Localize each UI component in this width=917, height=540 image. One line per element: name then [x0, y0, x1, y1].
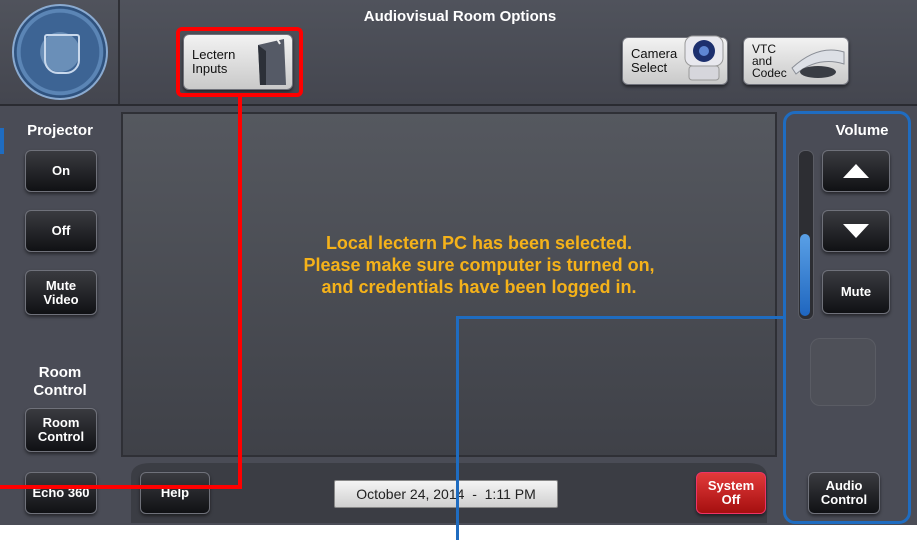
- lectern-callout-line-vertical: [238, 97, 242, 489]
- echo-360-button[interactable]: Echo 360: [25, 472, 97, 514]
- lectern-callout-line-horizontal: [0, 485, 242, 489]
- system-off-label: System Off: [707, 478, 755, 507]
- projector-on-label: On: [51, 163, 71, 178]
- camera-select-button[interactable]: Camera Select: [622, 35, 728, 85]
- room-control-label: Room Control: [37, 415, 85, 444]
- room-control-heading: Room Control: [33, 364, 87, 399]
- status-message: Local lectern PC has been selected. Plea…: [303, 233, 655, 297]
- volume-callout-box: [783, 111, 911, 524]
- help-button[interactable]: Help: [140, 472, 210, 514]
- projector-heading: Projector: [27, 122, 93, 139]
- mute-video-button[interactable]: Mute Video: [25, 270, 97, 315]
- vtc-codec-button[interactable]: VTC and Codec: [743, 37, 849, 85]
- projector-off-label: Off: [51, 223, 71, 238]
- projector-off-button[interactable]: Off: [25, 210, 97, 252]
- vtc-codec-label: VTC and Codec: [752, 42, 787, 80]
- date-time-display: October 24, 2014 - 1:11 PM: [334, 480, 558, 508]
- projector-on-button[interactable]: On: [25, 150, 97, 192]
- page-title: Audiovisual Room Options: [363, 8, 557, 25]
- volume-callout-line-horizontal: [456, 316, 786, 319]
- codec-icon: [791, 49, 845, 78]
- system-off-button[interactable]: System Off: [696, 472, 766, 514]
- volume-callout-line-vertical: [456, 316, 459, 540]
- date-time-text: October 24, 2014 - 1:11 PM: [356, 486, 536, 502]
- university-seal-logo: [12, 4, 108, 100]
- camera-icon: [684, 35, 724, 81]
- mute-video-label: Mute Video: [43, 277, 79, 307]
- projector-callout-tick: [0, 128, 4, 154]
- lectern-callout-box: [176, 27, 303, 97]
- camera-select-label: Camera Select: [631, 46, 678, 75]
- room-control-button[interactable]: Room Control: [25, 408, 97, 452]
- main-display-area: Local lectern PC has been selected. Plea…: [121, 112, 777, 457]
- header-divider: [118, 0, 120, 104]
